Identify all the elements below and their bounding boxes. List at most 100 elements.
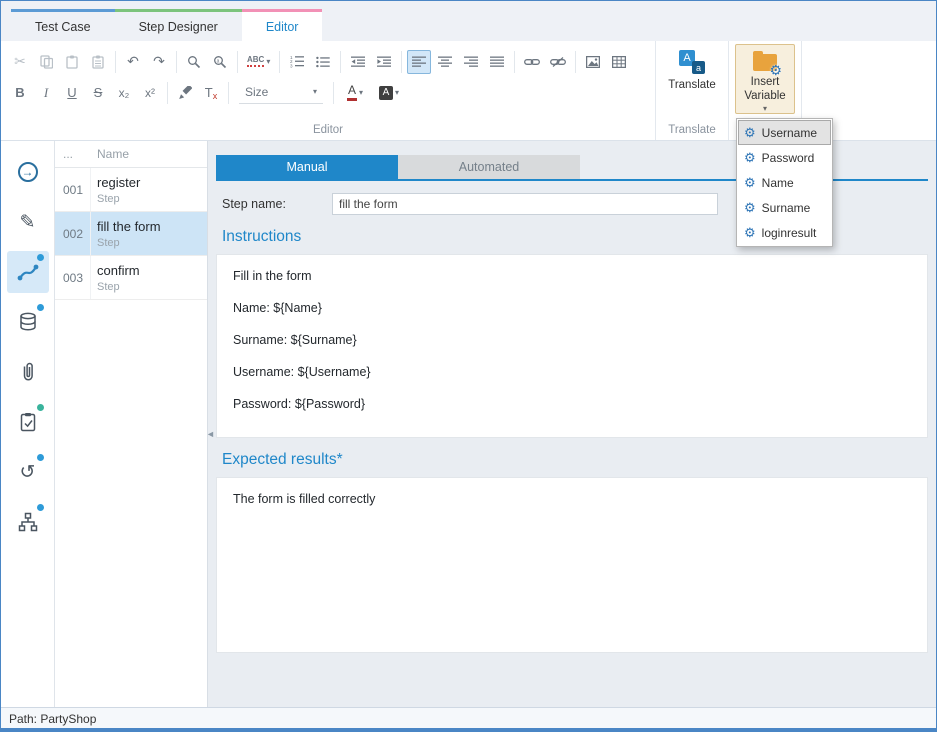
redo-icon[interactable]: ↷: [147, 50, 171, 74]
translate-icon-back: a: [692, 61, 705, 74]
separator: [176, 51, 177, 73]
gear-icon: ⚙: [744, 151, 756, 164]
remove-format-icon[interactable]: Tx: [199, 81, 223, 105]
undo-icon[interactable]: ↶: [121, 50, 145, 74]
align-left-icon[interactable]: [407, 50, 431, 74]
separator: [279, 51, 280, 73]
menu-item-label: Password: [762, 151, 815, 165]
background-color-button[interactable]: A ▾: [373, 81, 405, 105]
tab-automated[interactable]: Automated: [398, 155, 580, 179]
chevron-down-icon: ▾: [359, 89, 363, 97]
instructions-line: Password: ${Password}: [233, 397, 911, 412]
font-size-dropdown[interactable]: Size ▾: [239, 82, 323, 104]
spellcheck-button[interactable]: ABC ▾: [243, 50, 274, 74]
expected-results-heading: Expected results*: [222, 451, 928, 469]
translate-group-label: Translate: [662, 120, 722, 140]
replace-icon[interactable]: a: [208, 50, 232, 74]
step-row-register[interactable]: 001 register Step: [55, 168, 207, 212]
menu-item-username[interactable]: ⚙ Username: [738, 120, 831, 145]
instructions-editor[interactable]: Fill in the form Name: ${Name} Surname: …: [216, 254, 928, 438]
arrow-glyph: →: [22, 165, 34, 179]
insert-variable-button[interactable]: ⚙ Insert Variable ▾: [735, 44, 795, 114]
justify-icon[interactable]: [485, 50, 509, 74]
separator: [237, 51, 238, 73]
menu-item-password[interactable]: ⚙ Password: [738, 145, 831, 170]
sidebar-item-history[interactable]: ↺: [7, 451, 49, 493]
subscript-icon[interactable]: x₂: [112, 81, 136, 105]
spellcheck-icon: ABC: [247, 56, 264, 67]
step-row-fill-the-form[interactable]: 002 fill the form Step: [55, 212, 207, 256]
steps-header-num: ...: [55, 147, 91, 161]
align-right-icon[interactable]: [459, 50, 483, 74]
tab-editor[interactable]: Editor: [242, 9, 323, 41]
clipboard-check-icon: [17, 411, 39, 433]
instructions-line: Surname: ${Surname}: [233, 333, 911, 348]
sidebar-item-hierarchy[interactable]: [7, 501, 49, 543]
history-icon: ↺: [20, 463, 36, 482]
menu-item-surname[interactable]: ⚙ Surname: [738, 195, 831, 220]
step-name-label: Step name:: [222, 197, 332, 211]
step-type: Step: [97, 193, 140, 205]
tab-manual[interactable]: Manual: [216, 155, 398, 179]
translate-button-label: Translate: [668, 78, 716, 92]
format-painter-icon[interactable]: [173, 81, 197, 105]
paste-as-text-icon[interactable]: [86, 50, 110, 74]
translate-button[interactable]: A a Translate: [662, 44, 722, 93]
text-color-button[interactable]: A ▾: [339, 81, 371, 105]
editor-toolbar-row-2: B I U S x₂ x² Tx Size ▾ A ▾: [7, 77, 649, 108]
separator: [401, 51, 402, 73]
remove-format-x: x: [213, 91, 218, 101]
paste-icon[interactable]: [60, 50, 84, 74]
step-name: confirm: [97, 263, 140, 278]
increase-indent-icon[interactable]: [372, 50, 396, 74]
steps-list-panel: ... Name 001 register Step 002 fill the …: [55, 141, 208, 707]
step-row-confirm[interactable]: 003 confirm Step: [55, 256, 207, 300]
status-path: Path: PartyShop: [9, 712, 96, 726]
sidebar-item-data[interactable]: [7, 301, 49, 343]
copy-icon[interactable]: [34, 50, 58, 74]
paperclip-icon: [17, 361, 39, 383]
decrease-indent-icon[interactable]: [346, 50, 370, 74]
menu-item-name[interactable]: ⚙ Name: [738, 170, 831, 195]
chevron-down-icon: ▾: [395, 89, 399, 97]
numbered-list-icon[interactable]: 123: [285, 50, 309, 74]
steps-icon: [16, 260, 40, 284]
superscript-icon[interactable]: x²: [138, 81, 162, 105]
step-number: 003: [55, 256, 91, 299]
sidebar-item-edit[interactable]: ✎: [7, 201, 49, 243]
sidebar-item-checklist[interactable]: [7, 401, 49, 443]
tab-test-case[interactable]: Test Case: [11, 9, 115, 41]
italic-icon[interactable]: I: [34, 81, 58, 105]
underline-icon[interactable]: U: [60, 81, 84, 105]
left-iconbar: → ✎ ↺: [1, 141, 55, 707]
step-name-input[interactable]: [332, 193, 718, 215]
database-icon: [17, 311, 39, 333]
sidebar-item-steps[interactable]: [7, 251, 49, 293]
menu-item-loginresult[interactable]: ⚙ loginresult: [738, 220, 831, 245]
sidebar-item-attachments[interactable]: [7, 351, 49, 393]
notification-dot: [37, 454, 44, 461]
gear-icon: ⚙: [744, 126, 756, 139]
link-icon[interactable]: [520, 50, 544, 74]
collapse-panel-handle[interactable]: ◄: [206, 429, 215, 439]
sidebar-item-navigate[interactable]: →: [7, 151, 49, 193]
bulleted-list-icon[interactable]: [311, 50, 335, 74]
step-number: 002: [55, 212, 91, 255]
find-icon[interactable]: [182, 50, 206, 74]
gear-icon: ⚙: [744, 176, 756, 189]
remove-format-letter: T: [205, 85, 213, 100]
insert-image-icon[interactable]: [581, 50, 605, 74]
tab-step-designer[interactable]: Step Designer: [115, 9, 242, 41]
expected-results-editor[interactable]: The form is filled correctly: [216, 477, 928, 653]
gear-icon: ⚙: [744, 201, 756, 214]
insert-variable-icon: ⚙: [753, 54, 777, 71]
strikethrough-icon[interactable]: S: [86, 81, 110, 105]
cut-icon[interactable]: ✂: [8, 50, 32, 74]
step-type: Step: [97, 281, 140, 293]
bold-icon[interactable]: B: [8, 81, 32, 105]
insert-table-icon[interactable]: [607, 50, 631, 74]
steps-list-header: ... Name: [55, 141, 207, 168]
sitemap-icon: [17, 511, 39, 533]
align-center-icon[interactable]: [433, 50, 457, 74]
unlink-icon[interactable]: [546, 50, 570, 74]
